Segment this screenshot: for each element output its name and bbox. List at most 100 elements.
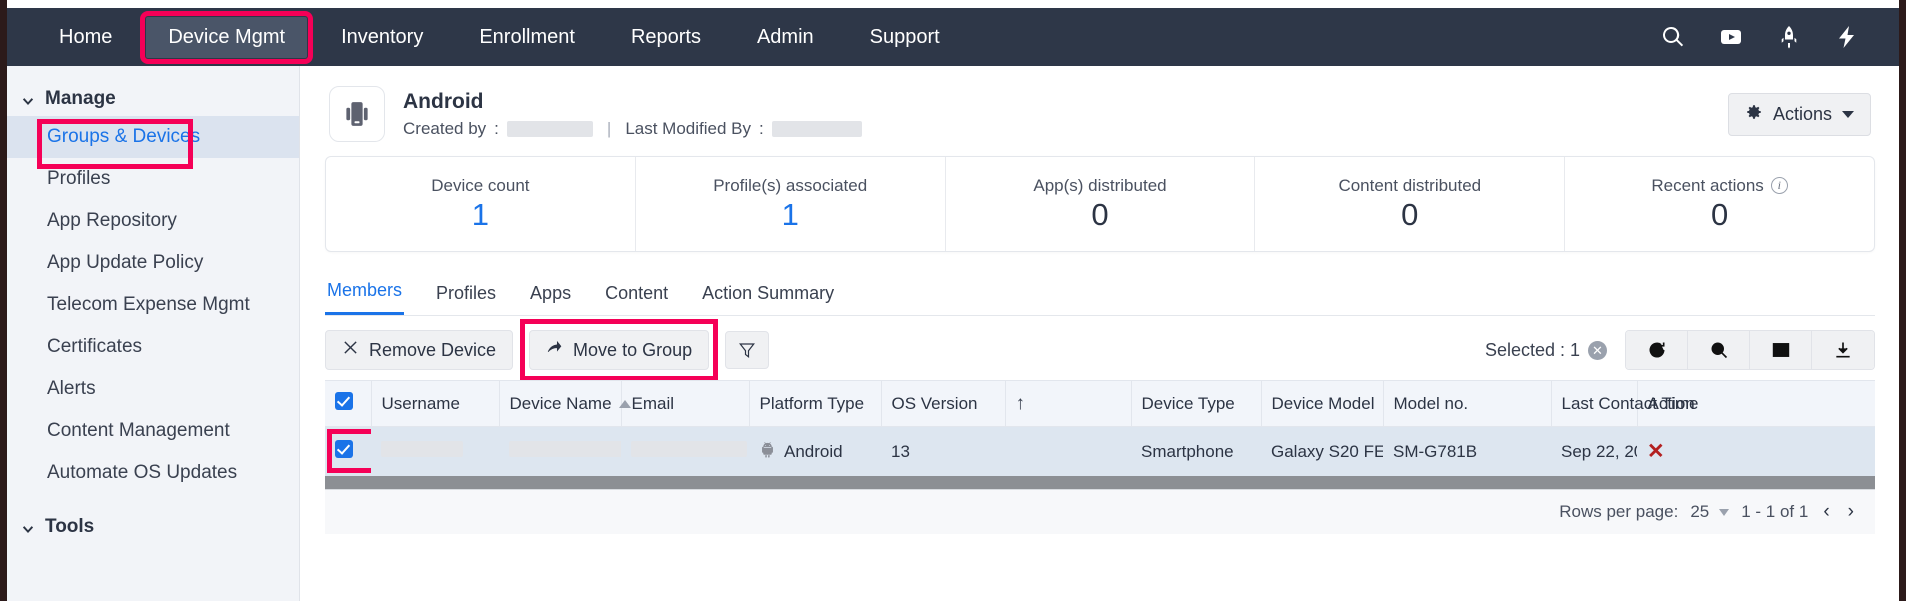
filter-icon[interactable] xyxy=(725,331,769,369)
sidebar-item-content-management[interactable]: Content Management xyxy=(7,410,299,452)
selected-count-label: Selected : 1 xyxy=(1485,340,1580,361)
sidebar-spacer xyxy=(7,494,299,510)
stat-label: Content distributed xyxy=(1338,176,1481,196)
last-modified-by-label: Last Modified By xyxy=(625,119,751,139)
sidebar-item-certificates[interactable]: Certificates xyxy=(7,326,299,368)
delete-row-icon[interactable]: ✕ xyxy=(1647,440,1665,463)
rows-per-page-value: 25 xyxy=(1690,502,1709,522)
cell-platform-type: Android xyxy=(749,427,881,477)
search-icon[interactable] xyxy=(1661,25,1685,49)
stat-label-wrap: Recent actions i xyxy=(1651,176,1787,196)
row-checkbox[interactable] xyxy=(335,440,353,458)
column-email[interactable]: Email xyxy=(621,381,749,427)
video-icon[interactable] xyxy=(1719,25,1743,49)
device-name-redacted xyxy=(509,441,621,457)
column-device-name[interactable]: Device Name xyxy=(499,381,621,427)
pagination-bar: Rows per page: 25 1 - 1 of 1 ‹ › xyxy=(325,490,1875,534)
rocket-icon[interactable] xyxy=(1777,25,1801,49)
top-navigation-bar: Home Device Mgmt Inventory Enrollment Re… xyxy=(7,8,1899,66)
rows-per-page-label: Rows per page: xyxy=(1559,502,1678,522)
sidebar-item-groups-devices[interactable]: Groups & Devices xyxy=(7,116,299,158)
tab-content[interactable]: Content xyxy=(603,277,670,315)
sidebar-group-manage[interactable]: Manage xyxy=(7,82,299,116)
cell-last-contact-time: Sep 22, 2024 11:59 AM xyxy=(1551,427,1637,477)
cell-action: ✕ xyxy=(1637,427,1875,477)
sidebar-item-app-update-policy[interactable]: App Update Policy xyxy=(7,242,299,284)
chevron-down-icon xyxy=(1842,111,1854,118)
cell-email xyxy=(621,427,749,477)
members-table-element: Username Device Name Email Platform Type… xyxy=(325,380,1875,476)
sidebar-item-automate-os-updates[interactable]: Automate OS Updates xyxy=(7,452,299,494)
next-page-button[interactable]: › xyxy=(1845,501,1857,523)
gear-icon xyxy=(1745,103,1763,126)
lightning-icon[interactable] xyxy=(1835,25,1859,49)
row-select-cell xyxy=(325,427,371,477)
nav-item-support[interactable]: Support xyxy=(848,17,962,58)
search-icon[interactable] xyxy=(1688,331,1750,369)
download-icon[interactable] xyxy=(1812,331,1874,369)
column-device-model[interactable]: Device Model xyxy=(1261,381,1383,427)
refresh-icon[interactable] xyxy=(1626,331,1688,369)
actions-button[interactable]: Actions xyxy=(1728,93,1871,136)
nav-item-reports[interactable]: Reports xyxy=(609,17,723,58)
nav-item-home[interactable]: Home xyxy=(37,17,134,58)
column-os-version[interactable]: OS Version xyxy=(881,381,1005,427)
column-sort-indicator[interactable]: ↑ xyxy=(1005,381,1131,427)
mobile-device-icon xyxy=(329,86,385,142)
table-columns-icon[interactable] xyxy=(1750,331,1812,369)
table-row[interactable]: -G... Android 13 Smartpho xyxy=(325,427,1875,477)
clear-selection-icon[interactable]: ✕ xyxy=(1588,341,1607,360)
pagination-range: 1 - 1 of 1 xyxy=(1741,502,1808,522)
page-title: Android xyxy=(403,89,862,115)
sidebar-item-alerts[interactable]: Alerts xyxy=(7,368,299,410)
horizontal-scrollbar[interactable] xyxy=(325,476,1875,490)
sidebar-item-telecom-expense-mgmt[interactable]: Telecom Expense Mgmt xyxy=(7,284,299,326)
tab-apps[interactable]: Apps xyxy=(528,277,573,315)
move-to-group-button[interactable]: Move to Group xyxy=(529,330,709,370)
column-device-type[interactable]: Device Type xyxy=(1131,381,1261,427)
column-device-name-label: Device Name xyxy=(510,394,612,413)
stats-card-row: Device count 1 Profile(s) associated 1 A… xyxy=(325,156,1875,252)
last-modified-by-value-redacted xyxy=(772,121,862,137)
chevron-down-icon xyxy=(21,520,35,534)
nav-item-admin[interactable]: Admin xyxy=(735,17,836,58)
info-icon[interactable]: i xyxy=(1771,177,1788,194)
tab-action-summary[interactable]: Action Summary xyxy=(700,277,836,315)
remove-device-button[interactable]: Remove Device xyxy=(325,330,513,370)
column-action[interactable]: Action xyxy=(1637,381,1875,427)
cell-device-name: -G... xyxy=(499,427,621,477)
application-window: Home Device Mgmt Inventory Enrollment Re… xyxy=(0,0,1906,601)
main-content: Android Created by : | Last Modified By … xyxy=(301,66,1899,601)
nav-item-inventory[interactable]: Inventory xyxy=(319,17,445,58)
previous-page-button[interactable]: ‹ xyxy=(1820,501,1832,523)
move-to-group-label: Move to Group xyxy=(573,340,692,361)
toolbar-right: Selected : 1 ✕ xyxy=(1485,330,1875,370)
rows-per-page-select[interactable]: 25 xyxy=(1690,502,1729,522)
stat-value: 0 xyxy=(1711,198,1728,232)
platform-type-label: Android xyxy=(784,442,843,462)
group-header-text: Android Created by : | Last Modified By … xyxy=(403,89,862,139)
sidebar: Manage Groups & Devices Profiles App Rep… xyxy=(7,66,300,601)
column-last-contact-time[interactable]: Last Contact Time xyxy=(1551,381,1637,427)
sidebar-item-app-repository[interactable]: App Repository xyxy=(7,200,299,242)
stat-value: 0 xyxy=(1091,198,1108,232)
stat-value: 0 xyxy=(1401,198,1418,232)
tab-members[interactable]: Members xyxy=(325,274,404,315)
nav-item-enrollment[interactable]: Enrollment xyxy=(457,17,597,58)
nav-item-device-mgmt[interactable]: Device Mgmt xyxy=(146,17,307,58)
column-model-no[interactable]: Model no. xyxy=(1383,381,1551,427)
sidebar-group-tools[interactable]: Tools xyxy=(7,510,299,544)
stat-apps-distributed: App(s) distributed 0 xyxy=(946,157,1256,251)
platform-type-wrap: Android xyxy=(759,441,871,463)
sidebar-item-profiles[interactable]: Profiles xyxy=(7,158,299,200)
tab-profiles[interactable]: Profiles xyxy=(434,277,498,315)
column-username[interactable]: Username xyxy=(371,381,499,427)
stat-label: Device count xyxy=(431,176,529,196)
column-platform-type[interactable]: Platform Type xyxy=(749,381,881,427)
sidebar-group-manage-label: Manage xyxy=(45,88,116,110)
move-to-group-wrapper: Move to Group xyxy=(529,330,709,370)
select-all-checkbox[interactable] xyxy=(335,392,353,410)
table-header-row: Username Device Name Email Platform Type… xyxy=(325,381,1875,427)
stat-label: App(s) distributed xyxy=(1033,176,1166,196)
cell-model-no: SM-G781B xyxy=(1383,427,1551,477)
